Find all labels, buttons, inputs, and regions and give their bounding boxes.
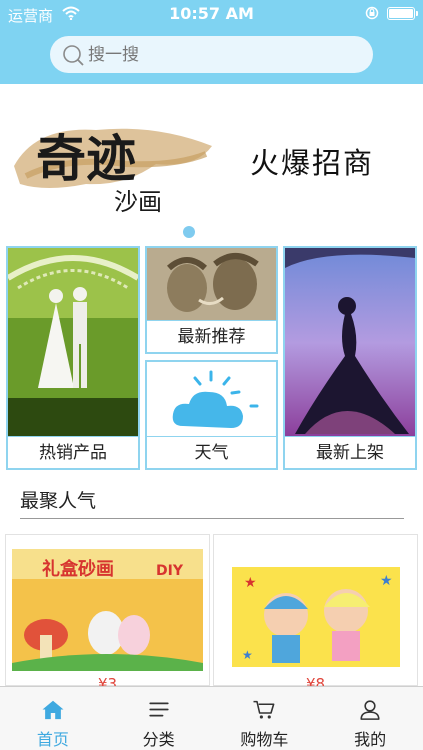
user-icon — [360, 700, 380, 720]
tab-profile-label: 我的 — [354, 730, 387, 749]
cart-icon — [253, 700, 275, 719]
brand-logo: 奇迹 沙画 — [14, 128, 212, 216]
search-input[interactable] — [88, 44, 348, 65]
search-bar[interactable] — [50, 36, 373, 73]
category-weather-label: 天气 — [147, 436, 276, 468]
category-weather[interactable]: 天气 — [145, 360, 278, 470]
tab-profile[interactable]: 我的 — [317, 687, 423, 750]
category-new-label: 最新推荐 — [147, 320, 276, 352]
product-price: ¥8 — [305, 675, 326, 686]
status-time: 10:57 AM — [169, 4, 254, 23]
product-image: ★ ★ ★ — [232, 567, 400, 667]
promo-banner[interactable]: 奇迹 沙画 火爆招商 — [0, 84, 423, 242]
latest-arrivals-image — [285, 248, 415, 438]
new-recommend-image — [147, 248, 276, 322]
svg-text:DIY: DIY — [156, 563, 184, 579]
product-price: ¥3 — [97, 675, 118, 686]
tab-home[interactable]: 首页 — [0, 687, 106, 750]
popular-section-title: 最聚人气 — [20, 490, 97, 512]
category-grid: 热销产品 最新推荐 天气 最新上架 — [0, 242, 423, 474]
svg-text:礼盒砂画: 礼盒砂画 — [42, 558, 114, 580]
home-icon — [42, 700, 64, 720]
category-latest-arrivals[interactable]: 最新上架 — [283, 246, 417, 470]
carousel-indicator-dot[interactable] — [183, 226, 195, 238]
svg-text:沙画: 沙画 — [114, 188, 162, 216]
tab-home-label: 首页 — [36, 730, 69, 749]
search-icon — [63, 44, 84, 66]
list-icon — [149, 702, 169, 717]
section-divider — [20, 518, 404, 519]
svg-text:★: ★ — [244, 575, 257, 591]
battery-icon — [387, 7, 418, 20]
svg-text:★: ★ — [242, 648, 253, 662]
category-hot-products[interactable]: 热销产品 — [6, 246, 140, 470]
product-card[interactable]: ★ ★ ★ ¥8 — [213, 534, 418, 686]
tab-category-label: 分类 — [142, 730, 175, 749]
category-new-recommend[interactable]: 最新推荐 — [145, 246, 278, 354]
app-header: 运营商 10:57 AM — [0, 0, 423, 84]
category-hot-label: 热销产品 — [8, 436, 138, 468]
bottom-tab-bar: 首页 分类 购物车 我的 — [0, 686, 423, 750]
weather-cloud-icon — [172, 370, 259, 428]
banner-slogan: 火爆招商 — [250, 146, 375, 180]
tab-category[interactable]: 分类 — [106, 687, 212, 750]
status-bar: 运营商 10:57 AM — [0, 0, 423, 28]
popular-product-list: 礼盒砂画 DIY ¥3 ★ ★ ★ ¥8 — [0, 534, 423, 686]
category-latest-label: 最新上架 — [285, 436, 415, 468]
product-card[interactable]: 礼盒砂画 DIY ¥3 — [5, 534, 210, 686]
tab-cart[interactable]: 购物车 — [212, 687, 318, 750]
product-image: 礼盒砂画 DIY — [12, 549, 203, 671]
hot-products-image — [8, 248, 138, 438]
rotation-lock-icon — [365, 6, 379, 20]
tab-cart-label: 购物车 — [240, 730, 289, 749]
svg-text:★: ★ — [380, 573, 393, 589]
svg-text:奇迹: 奇迹 — [36, 129, 136, 188]
